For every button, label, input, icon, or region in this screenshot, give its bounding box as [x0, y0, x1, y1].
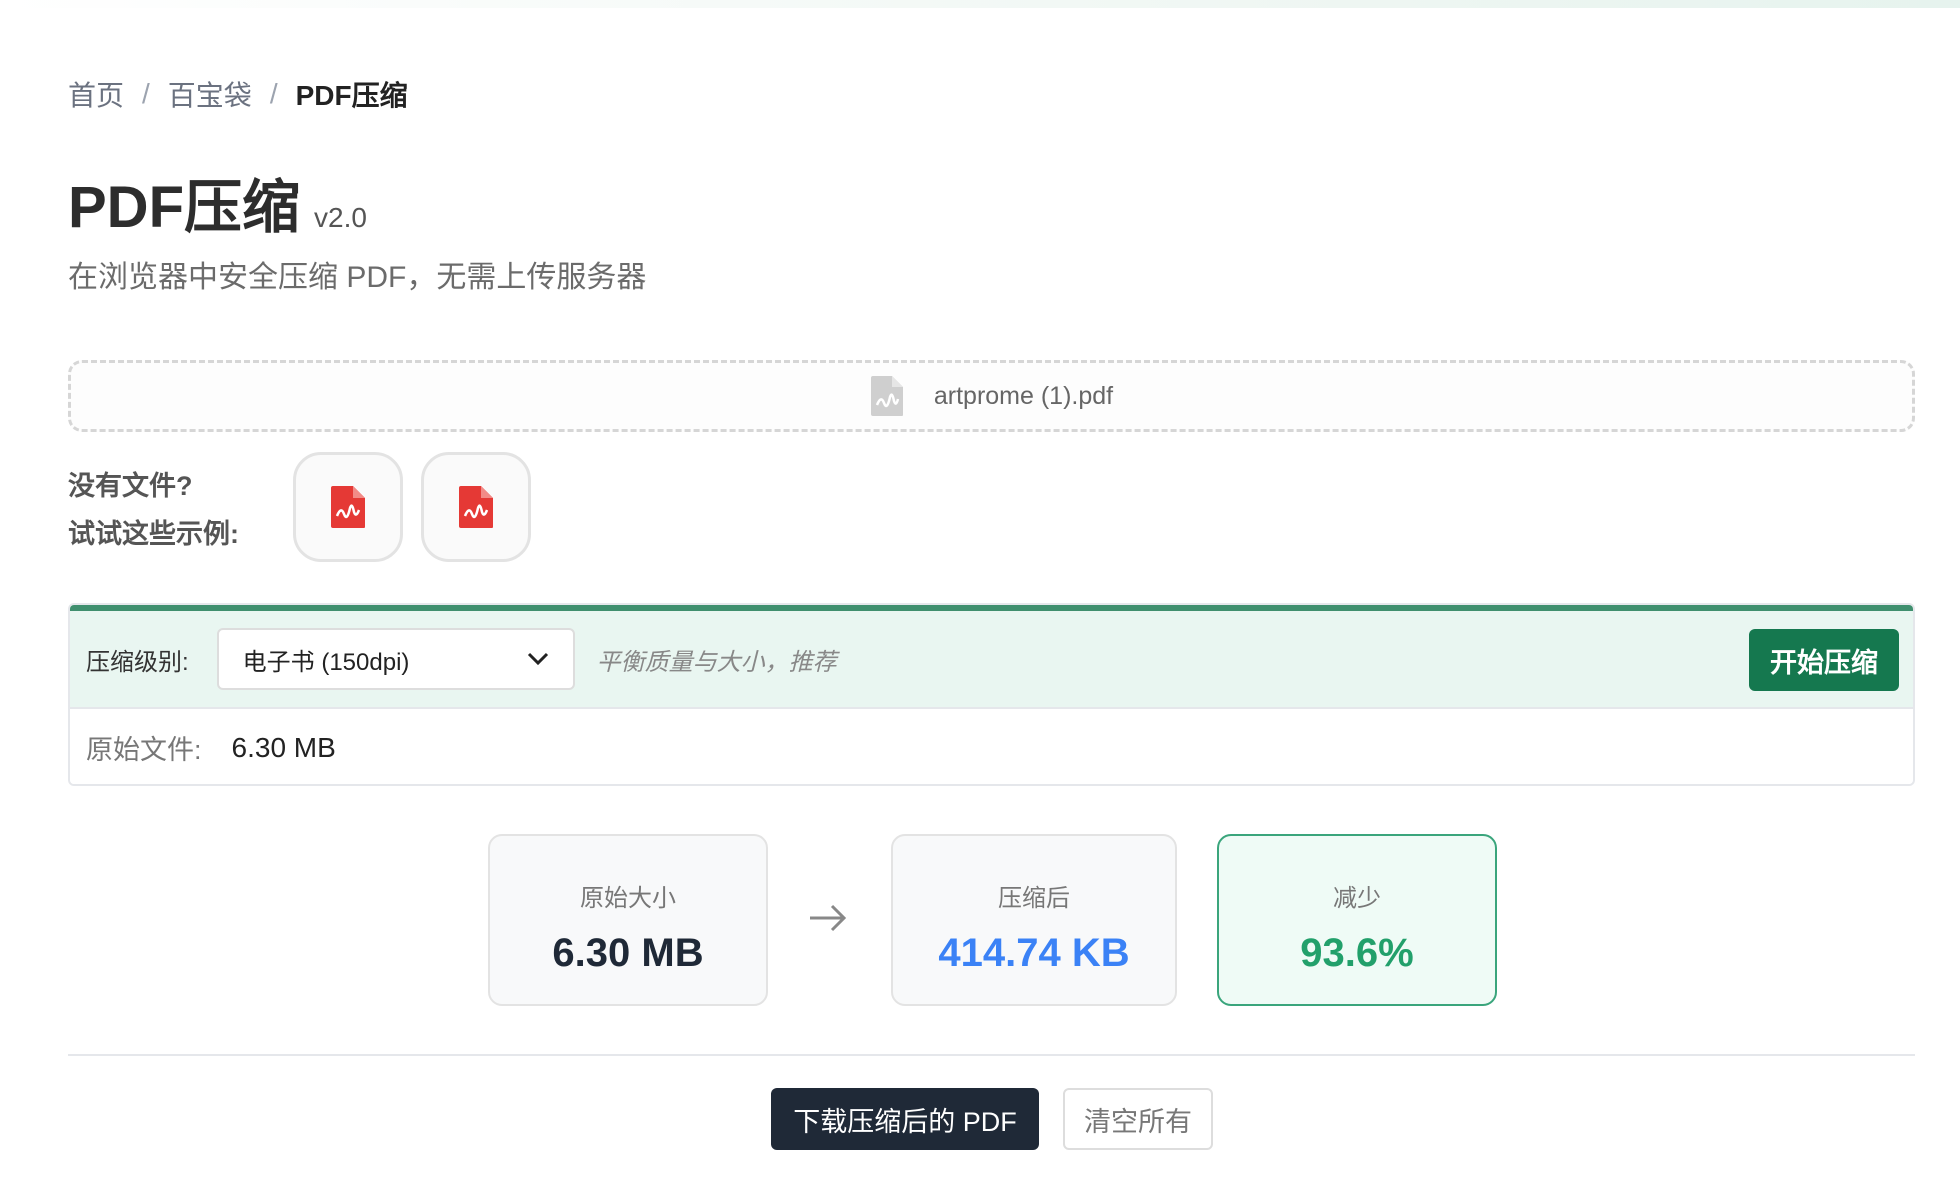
breadcrumb: 首页 / 百宝袋 / PDF压缩 — [68, 74, 408, 114]
compression-level-hint: 平衡质量与大小，推荐 — [596, 648, 837, 676]
compressed-size-card: 压缩后 414.74 KB — [891, 834, 1177, 1006]
compression-level-select[interactable]: 电子书 (150dpi) — [216, 628, 575, 690]
examples-label-line1: 没有文件? — [68, 471, 193, 501]
page: 首页 / 百宝袋 / PDF压缩 PDF压缩 v2.0 在浏览器中安全压缩 PD… — [0, 0, 1960, 1204]
breadcrumb-separator: / — [269, 78, 278, 109]
breadcrumb-toolbox[interactable]: 百宝袋 — [168, 74, 252, 114]
page-title: PDF压缩 — [68, 175, 301, 240]
compressed-size-value: 414.74 KB — [938, 931, 1130, 975]
original-file-label: 原始文件: — [86, 735, 202, 765]
example-pdf-button-2[interactable] — [421, 452, 531, 562]
original-file-size: 6.30 MB — [231, 731, 336, 763]
page-subtitle: 在浏览器中安全压缩 PDF，无需上传服务器 — [68, 261, 647, 294]
chevron-down-icon — [527, 652, 548, 666]
reduction-value: 93.6% — [1300, 931, 1414, 975]
settings-toolbar: 压缩级别: 电子书 (150dpi) 平衡质量与大小，推荐 开始压缩 — [70, 605, 1913, 707]
original-size-card: 原始大小 6.30 MB — [488, 834, 768, 1006]
compression-settings-panel: 压缩级别: 电子书 (150dpi) 平衡质量与大小，推荐 开始压缩 原始文件:… — [68, 603, 1915, 786]
pdf-file-icon — [331, 486, 365, 528]
breadcrumb-separator: / — [142, 78, 150, 109]
reduction-card: 减少 93.6% — [1217, 834, 1497, 1006]
title-row: PDF压缩 v2.0 — [68, 160, 367, 244]
divider — [68, 1054, 1915, 1056]
examples-label: 没有文件? 试试这些示例: — [68, 462, 239, 558]
reduction-label: 减少 — [1333, 885, 1381, 912]
start-compress-button[interactable]: 开始压缩 — [1749, 629, 1899, 691]
version-badge: v2.0 — [314, 202, 367, 233]
breadcrumb-current: PDF压缩 — [295, 80, 408, 111]
breadcrumb-home[interactable]: 首页 — [68, 74, 124, 114]
compression-level-label: 压缩级别: — [86, 648, 189, 676]
pdf-file-icon — [870, 376, 903, 416]
compressed-size-label: 压缩后 — [998, 885, 1070, 912]
examples-label-line2: 试试这些示例: — [68, 519, 239, 549]
pdf-file-icon — [459, 486, 493, 528]
example-pdf-button-1[interactable] — [293, 452, 403, 562]
selected-file-name: artprome (1).pdf — [933, 381, 1114, 410]
original-file-info: 原始文件: 6.30 MB — [70, 707, 1913, 784]
compression-level-value: 电子书 (150dpi) — [242, 648, 410, 676]
original-size-value: 6.30 MB — [552, 931, 704, 975]
original-size-label: 原始大小 — [580, 885, 676, 912]
file-dropzone[interactable]: artprome (1).pdf — [68, 360, 1915, 432]
download-compressed-button[interactable]: 下载压缩后的 PDF — [771, 1088, 1039, 1150]
clear-all-button[interactable]: 清空所有 — [1063, 1088, 1213, 1150]
arrow-right-icon — [810, 904, 847, 932]
